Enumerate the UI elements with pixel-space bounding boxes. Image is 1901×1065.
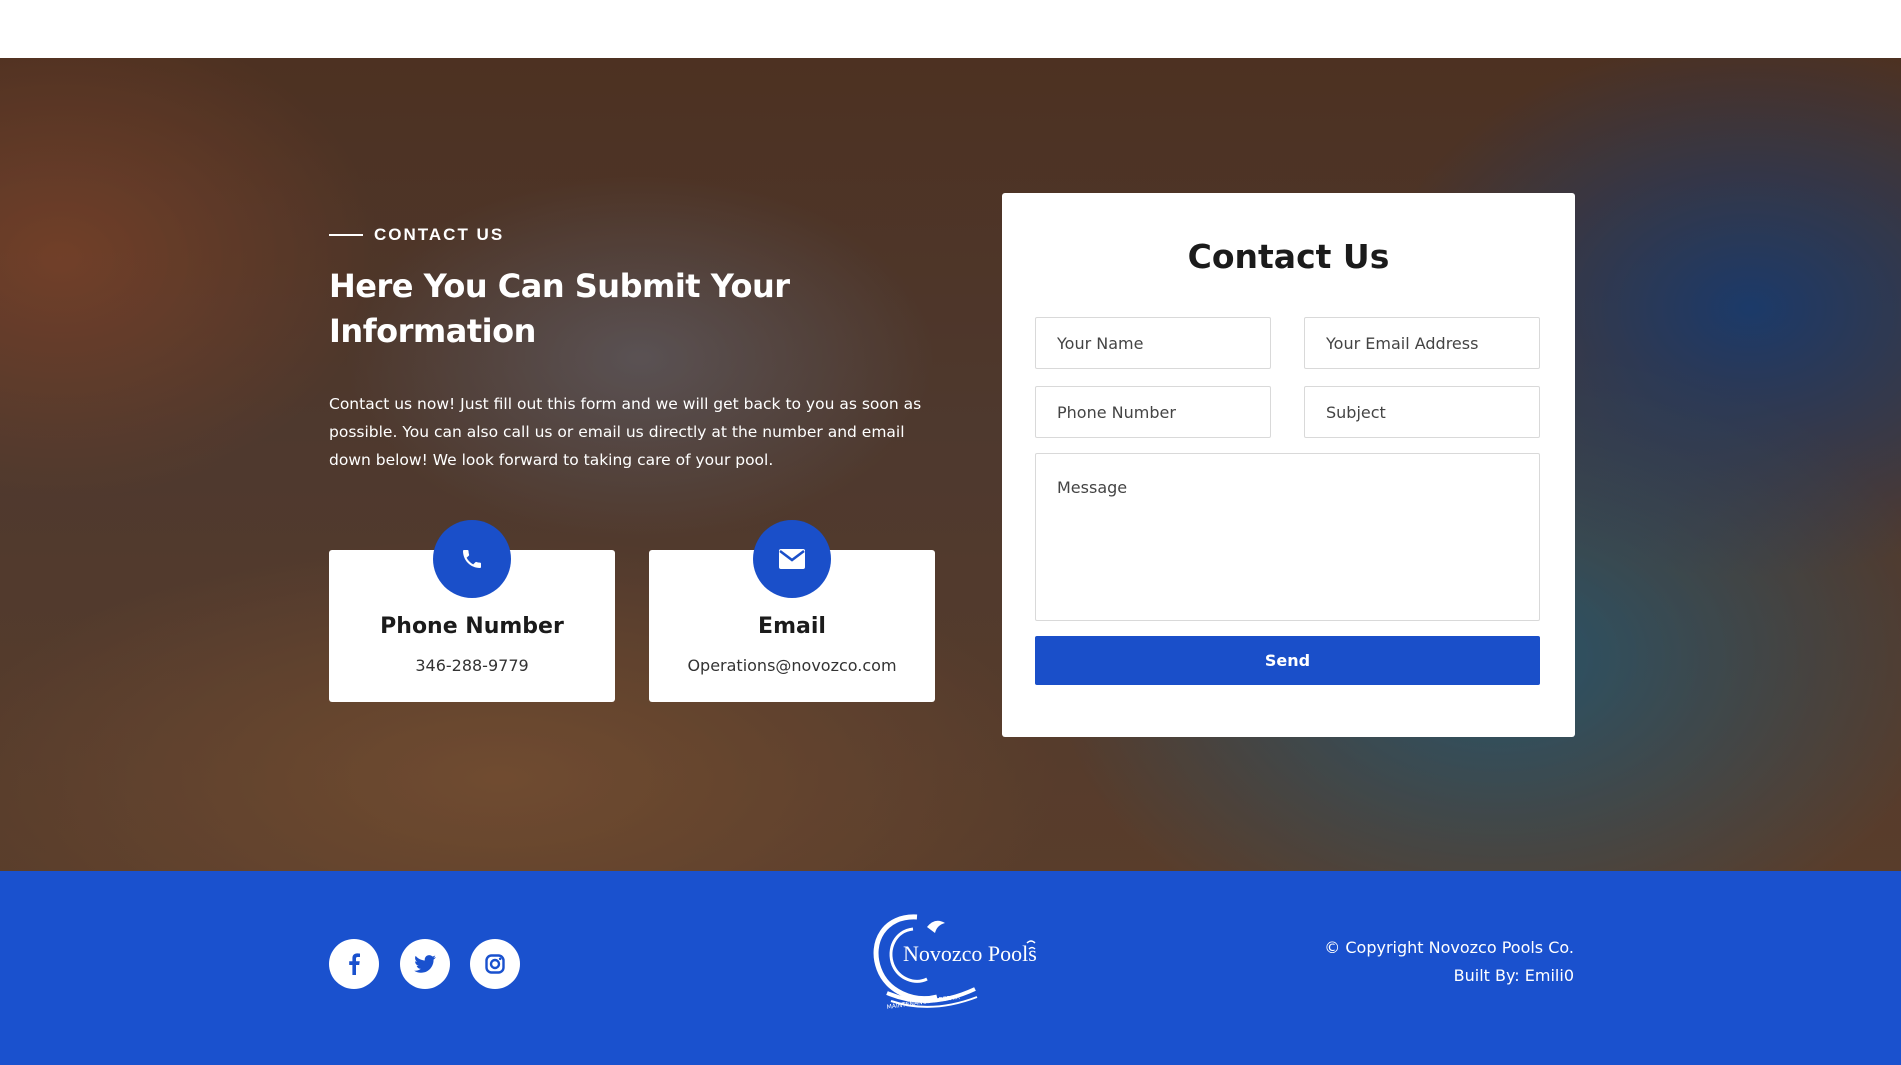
phone-info-card: Phone Number 346-288-9779: [329, 520, 615, 702]
tagline-divider: [329, 234, 363, 236]
subject-input[interactable]: [1304, 386, 1540, 438]
hero-intro-text: Contact us now! Just fill out this form …: [329, 395, 922, 469]
built-by-text: Built By: Emili0: [1453, 966, 1574, 985]
tagline-text: CONTACT US: [374, 225, 505, 244]
phone-input[interactable]: [1035, 386, 1271, 438]
section-tagline: CONTACT US: [329, 225, 504, 245]
copyright-text: © Copyright Novozco Pools Co.: [1324, 938, 1574, 957]
logo-text: Novozco Pools: [903, 941, 1037, 966]
facebook-icon[interactable]: [329, 939, 379, 989]
name-input[interactable]: [1035, 317, 1271, 369]
phone-icon: [433, 520, 511, 598]
company-logo[interactable]: Novozco Pools MAINTENANCE & REPAIR: [865, 907, 1045, 1013]
twitter-icon[interactable]: [400, 939, 450, 989]
hero-headline: Here You Can Submit Your Information: [329, 267, 790, 350]
form-title: Contact Us: [1187, 237, 1390, 276]
message-textarea[interactable]: [1035, 453, 1540, 621]
contact-hero-section: CONTACT US Here You Can Submit Your Info…: [0, 58, 1901, 871]
email-input[interactable]: [1304, 317, 1540, 369]
email-card-title: Email: [758, 614, 826, 639]
envelope-icon: [753, 520, 831, 598]
hero-background-overlay: [0, 58, 1901, 871]
phone-card-value[interactable]: 346-288-9779: [329, 656, 615, 675]
contact-form: Contact Us Send: [1002, 193, 1575, 737]
phone-card-title: Phone Number: [380, 614, 564, 639]
top-bar: [0, 0, 1901, 58]
email-card-value[interactable]: Operations@novozco.com: [649, 656, 935, 675]
email-info-card: Email Operations@novozco.com: [649, 520, 935, 702]
send-button[interactable]: Send: [1035, 636, 1540, 685]
instagram-icon[interactable]: [470, 939, 520, 989]
footer-copyright: © Copyright Novozco Pools Co. Built By: …: [1324, 934, 1574, 990]
